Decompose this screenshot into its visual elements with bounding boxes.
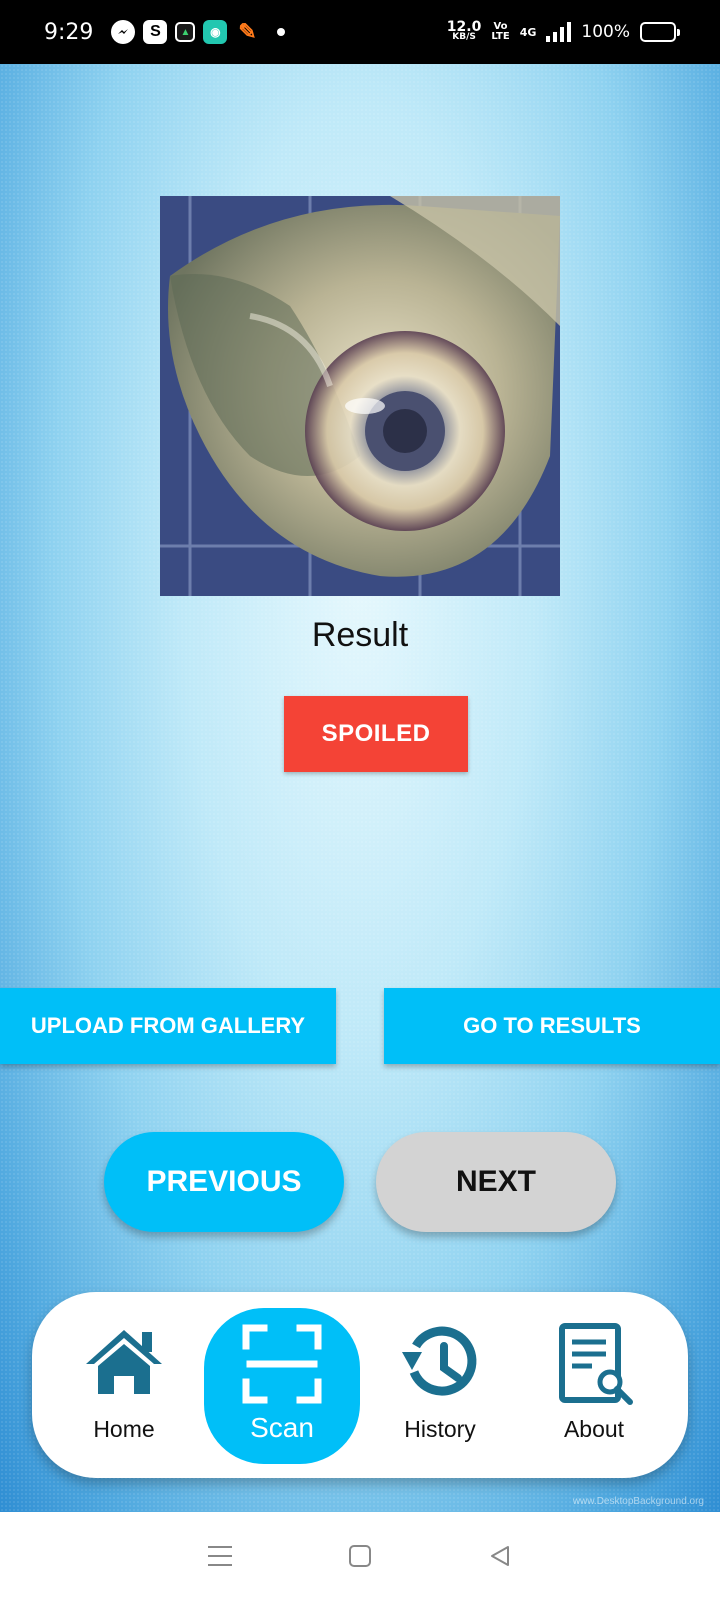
status-indicators: 12.0 KB/S Vo LTE 4G 100% [446,19,680,42]
nav-item-history[interactable]: History [362,1308,518,1464]
network-speed-value: 12.0 [446,19,482,35]
status-time: 9:29 [44,19,94,45]
volte-indicator: Vo LTE [491,22,509,42]
nav-item-scan[interactable]: Scan [204,1308,360,1464]
scan-icon [242,1324,322,1404]
result-label: Result [311,616,409,654]
result-status-badge: SPOILED [284,696,468,772]
back-triangle-icon [491,1546,509,1566]
recent-apps-button[interactable] [205,1541,235,1571]
more-notifications-dot [277,28,286,36]
home-icon [86,1330,162,1394]
s-app-icon: S [143,20,168,44]
battery-percent: 100% [581,22,630,42]
network-speed: 12.0 KB/S [446,19,482,42]
battery-icon [640,22,680,42]
green-app-icon: ▲ [175,22,196,42]
volte-bottom: LTE [491,31,510,42]
teal-app-icon: ◉ [203,20,228,44]
nav-label-about: About [563,1416,625,1442]
upload-from-gallery-button[interactable]: UPLOAD FROM GALLERY [0,988,336,1064]
bottom-navigation: Home Scan History About [32,1292,688,1478]
network-speed-unit: KB/S [452,32,476,42]
back-system-button[interactable] [485,1541,515,1571]
signal-icon [546,22,572,42]
nav-item-about[interactable]: About [516,1308,672,1464]
scanned-fish-image [160,196,560,596]
home-system-button[interactable] [345,1541,375,1571]
system-navigation-bar [0,1512,720,1600]
status-bar: 9:29 S ▲ ◉ ✎ 12.0 KB/S Vo LTE 4G 100% [0,0,720,64]
history-icon [402,1326,477,1396]
nav-label-scan: Scan [250,1412,314,1443]
square-icon [349,1545,371,1567]
nav-label-history: History [404,1416,476,1442]
background-watermark: www.DesktopBackground.org [572,1496,704,1507]
menu-icon [208,1546,232,1566]
next-button[interactable]: NEXT [376,1132,616,1232]
notification-icons: S ▲ ◉ ✎ [111,19,286,44]
main-content: Result SPOILED UPLOAD FROM GALLERY GO TO… [0,64,720,1512]
previous-button[interactable]: PREVIOUS [104,1132,344,1232]
about-icon [559,1323,633,1405]
nav-item-home[interactable]: Home [46,1308,202,1464]
go-to-results-button[interactable]: GO TO RESULTS [384,988,720,1064]
orange-app-icon: ✎ [238,19,257,44]
nav-label-home: Home [93,1416,155,1442]
network-type: 4G [519,25,537,39]
messenger-icon [111,20,136,44]
